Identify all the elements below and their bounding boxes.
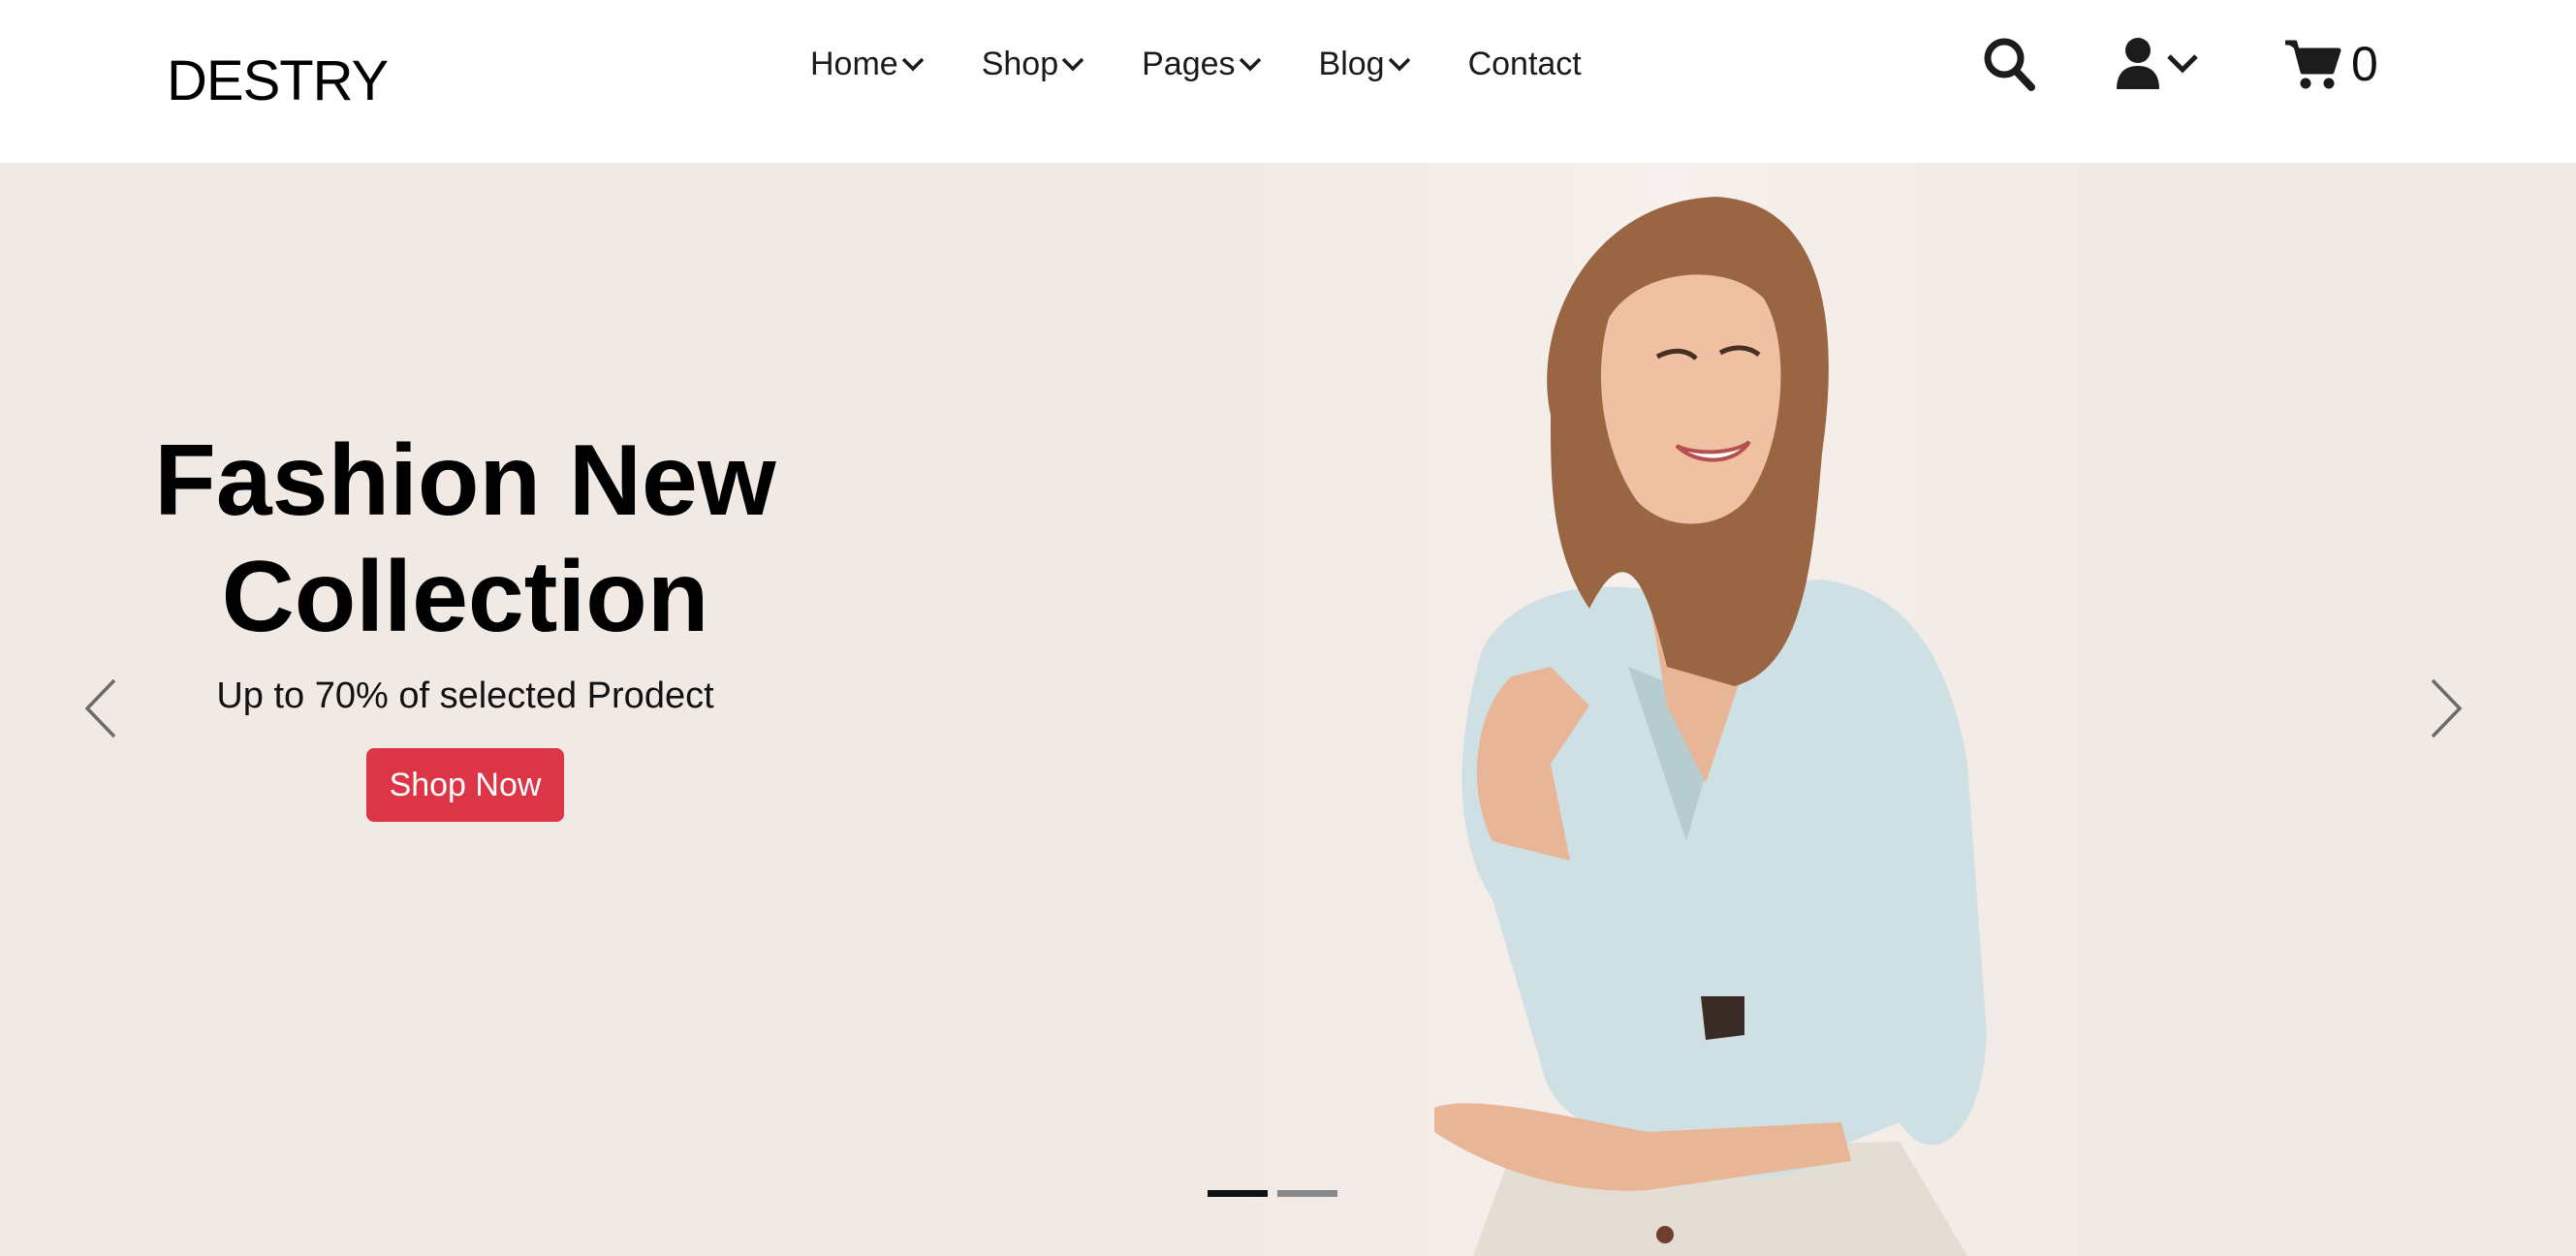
hero-subtitle: Up to 70% of selected Prodect xyxy=(216,675,714,716)
site-header: DESTRY Home Shop Pages Blog Contact 0 xyxy=(0,0,2576,163)
slide-indicator-1[interactable] xyxy=(1208,1190,1268,1197)
hero-title-line-1: Fashion New xyxy=(154,424,776,537)
nav-item-shop[interactable]: Shop xyxy=(982,46,1085,83)
chevron-down-icon xyxy=(901,57,924,72)
nav-item-label: Home xyxy=(810,45,898,82)
chevron-down-icon xyxy=(1061,57,1084,72)
search-icon[interactable] xyxy=(1983,37,2035,91)
nav-item-pages[interactable]: Pages xyxy=(1142,46,1262,83)
slide-indicators xyxy=(1208,1190,1347,1197)
cart-button[interactable]: 0 xyxy=(2283,35,2378,93)
hero-content: Fashion New Collection Up to 70% of sele… xyxy=(116,423,814,822)
cart-icon xyxy=(2285,40,2341,89)
user-icon xyxy=(2117,38,2159,89)
nav-item-label: Pages xyxy=(1142,45,1236,82)
main-nav: Home Shop Pages Blog Contact xyxy=(810,39,1582,89)
hero-title-line-2: Collection xyxy=(221,541,709,653)
nav-item-label: Shop xyxy=(981,45,1059,82)
hero-title: Fashion New Collection xyxy=(116,423,814,655)
logo[interactable]: DESTRY xyxy=(167,43,389,120)
nav-item-contact[interactable]: Contact xyxy=(1468,46,1582,83)
account-menu[interactable] xyxy=(2115,37,2200,89)
chevron-down-icon xyxy=(1239,57,1261,72)
nav-item-label: Blog xyxy=(1318,45,1385,82)
cart-count: 0 xyxy=(2351,37,2378,91)
slide-indicator-2[interactable] xyxy=(1277,1190,1337,1197)
previous-slide-arrow-icon[interactable] xyxy=(81,676,120,740)
chevron-down-icon xyxy=(2167,54,2198,74)
nav-item-label: Contact xyxy=(1467,45,1582,82)
hero-slider: Fashion New Collection Up to 70% of sele… xyxy=(0,163,2576,1256)
chevron-down-icon xyxy=(1388,57,1410,72)
nav-item-home[interactable]: Home xyxy=(810,46,926,83)
nav-item-blog[interactable]: Blog xyxy=(1319,46,1412,83)
next-slide-arrow-icon[interactable] xyxy=(2427,676,2466,740)
shop-now-button[interactable]: Shop Now xyxy=(366,748,564,822)
